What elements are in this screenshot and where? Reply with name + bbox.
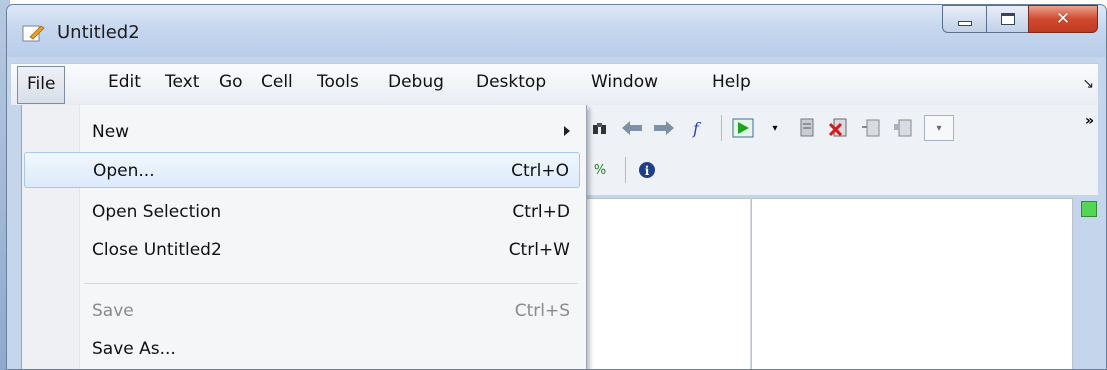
minimize-icon (957, 20, 972, 26)
step-in-icon[interactable] (860, 117, 882, 139)
menu-file[interactable]: File (17, 66, 66, 104)
find-icon[interactable] (589, 117, 611, 139)
menu-item-shortcut: Ctrl+O (511, 161, 569, 181)
toolbar-row-1: f ▾ ▾ (589, 111, 954, 145)
svg-text:i: i (645, 164, 650, 178)
stack-combo-icon[interactable]: ▾ (924, 115, 954, 141)
toolbar-area: f ▾ ▾ » % i (583, 105, 1098, 195)
back-arrow-icon[interactable] (621, 117, 643, 139)
window-title: Untitled2 (57, 22, 140, 43)
menu-item-label: Close Untitled2 (92, 240, 222, 260)
title-bar: Untitled2 ✕ (7, 5, 1106, 57)
menu-item-label: Save As... (92, 339, 176, 359)
editor-document-icon (22, 25, 45, 42)
menu-item-label: Save (92, 301, 134, 321)
editor-main-panel[interactable] (751, 198, 1073, 369)
menu-cell[interactable]: Cell (261, 72, 293, 92)
run-icon[interactable] (732, 117, 754, 139)
menu-separator (84, 283, 578, 284)
window-controls: ✕ (942, 5, 1098, 35)
menu-bar: File Edit Text Go Cell Tools Debug Deskt… (11, 63, 1098, 105)
menu-text[interactable]: Text (165, 72, 199, 92)
file-menu-dropdown: New Open... Ctrl+O Open Selection Ctrl+D… (21, 105, 587, 369)
status-indicator-icon (1081, 201, 1097, 217)
forward-arrow-icon[interactable] (653, 117, 675, 139)
menu-item-label: New (92, 122, 130, 142)
clear-breakpoint-icon[interactable] (828, 117, 850, 139)
menu-debug[interactable]: Debug (388, 72, 444, 92)
minimize-button[interactable] (942, 5, 986, 33)
step-icon[interactable] (796, 117, 818, 139)
toolbar-separator (721, 115, 722, 141)
menu-item-close[interactable]: Close Untitled2 Ctrl+W (24, 232, 580, 268)
menu-item-open-selection[interactable]: Open Selection Ctrl+D (24, 194, 580, 230)
menu-item-shortcut: Ctrl+W (508, 240, 570, 260)
menu-edit[interactable]: Edit (108, 72, 141, 92)
menu-item-save[interactable]: Save Ctrl+S (24, 293, 580, 329)
menu-window[interactable]: Window (591, 72, 658, 92)
menu-item-shortcut: Ctrl+S (514, 301, 570, 321)
menu-item-open[interactable]: Open... Ctrl+O (24, 152, 580, 188)
submenu-arrow-icon (564, 126, 570, 136)
menu-tools[interactable]: Tools (317, 72, 359, 92)
menu-item-label: Open... (93, 161, 155, 181)
menu-item-label: Open Selection (92, 202, 222, 222)
cell-percent-icon[interactable]: % (589, 159, 611, 181)
run-dropdown-icon[interactable]: ▾ (764, 117, 786, 139)
menu-go[interactable]: Go (219, 72, 243, 92)
menu-item-new[interactable]: New (24, 114, 580, 150)
toolbar-row-2: % i (589, 153, 668, 187)
editor-window: Untitled2 ✕ File Edit Text Go Cell Tools… (6, 4, 1107, 370)
menu-item-shortcut: Ctrl+D (512, 202, 570, 222)
close-icon: ✕ (1055, 9, 1071, 29)
menu-desktop[interactable]: Desktop (476, 72, 546, 92)
info-icon[interactable]: i (636, 159, 658, 181)
dock-arrow-icon[interactable]: ↘ (1082, 76, 1094, 92)
toolbar-separator (625, 157, 626, 183)
menu-help[interactable]: Help (712, 72, 751, 92)
function-icon[interactable]: f (685, 117, 707, 139)
step-out-icon[interactable] (892, 117, 914, 139)
close-button[interactable]: ✕ (1028, 5, 1098, 33)
toolbar-overflow-icon[interactable]: » (1085, 113, 1094, 129)
menu-item-save-as[interactable]: Save As... (24, 331, 580, 367)
maximize-button[interactable] (986, 5, 1028, 33)
maximize-icon (1000, 13, 1015, 25)
editor-left-panel[interactable] (583, 198, 751, 369)
